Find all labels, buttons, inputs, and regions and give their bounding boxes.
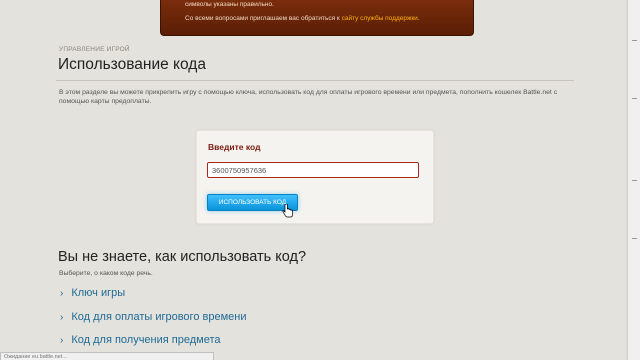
support-site-link[interactable]: сайту службы поддержки bbox=[342, 15, 418, 22]
code-field-label: Введите код bbox=[208, 142, 261, 152]
chevron-right-icon: › bbox=[60, 312, 64, 323]
link-item-code[interactable]: › Код для получения предмета bbox=[60, 334, 221, 346]
vertical-scrollbar[interactable] bbox=[627, 0, 640, 360]
help-title: Вы не знаете, как использовать код? bbox=[58, 249, 307, 265]
code-input[interactable] bbox=[207, 162, 419, 178]
notice-line-1: символы указаны правильно. bbox=[185, 1, 274, 8]
error-notice-banner: символы указаны правильно. Со всеми вопр… bbox=[160, 0, 474, 36]
scroll-tick bbox=[632, 238, 637, 239]
page-content: символы указаны правильно. Со всеми вопр… bbox=[0, 0, 626, 360]
status-bar: Ожидание eu.battle.net... bbox=[0, 352, 214, 360]
section-label: УПРАВЛЕНИЕ ИГРОЙ bbox=[59, 46, 130, 53]
title-divider bbox=[56, 80, 574, 81]
code-entry-panel: Введите код ИСПОЛЬЗОВАТЬ КОД bbox=[196, 130, 434, 224]
help-subtitle: Выберите, о каком коде речь. bbox=[59, 270, 153, 277]
chevron-right-icon: › bbox=[60, 288, 64, 299]
notice-line-2: Со всеми вопросами приглашаем вас обрати… bbox=[185, 15, 420, 22]
notice-line-2-prefix: Со всеми вопросами приглашаем вас обрати… bbox=[185, 15, 342, 22]
page-title: Использование кода bbox=[58, 56, 206, 73]
link-game-time-code[interactable]: › Код для оплаты игрового времени bbox=[60, 311, 246, 323]
hand-cursor-icon bbox=[282, 204, 293, 218]
notice-line-2-suffix: . bbox=[417, 15, 420, 22]
link-game-key-label: Ключ игры bbox=[71, 287, 126, 299]
link-game-key[interactable]: › Ключ игры bbox=[60, 287, 125, 299]
link-game-time-code-label: Код для оплаты игрового времени bbox=[71, 311, 247, 323]
intro-text: В этом разделе вы можете прикрепить игру… bbox=[59, 89, 558, 105]
scroll-tick bbox=[632, 180, 637, 181]
link-item-code-label: Код для получения предмета bbox=[71, 334, 221, 346]
scroll-tick bbox=[632, 98, 637, 99]
scroll-tick bbox=[632, 40, 637, 41]
chevron-right-icon: › bbox=[60, 335, 64, 346]
